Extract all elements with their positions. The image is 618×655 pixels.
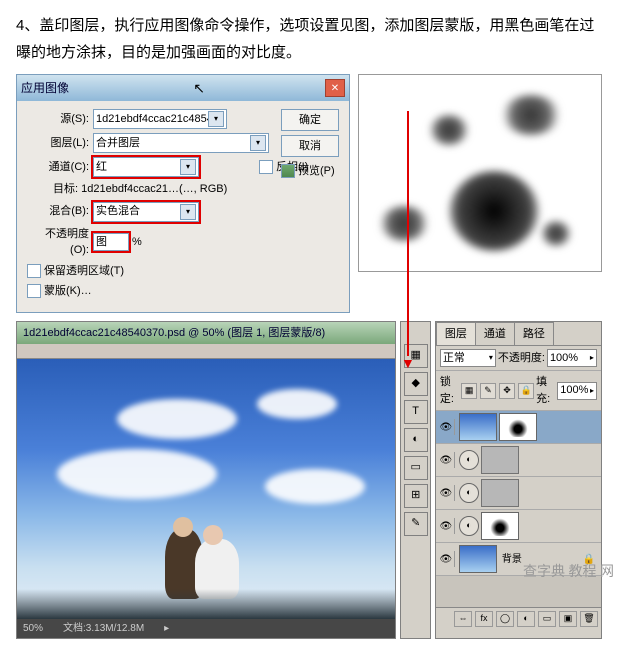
apply-image-dialog: 应用图像 ↖ ✕ 确定 取消 预览(P) 源(S): 1d21ebdf4ccac… [16,74,350,313]
eye-icon[interactable]: 👁 [438,485,455,501]
trash-icon[interactable]: 🗑 [580,611,598,627]
layer-name: 背景 [502,552,522,567]
preview-label: 预览(P) [298,163,335,180]
channel-combo[interactable]: 红▾ [93,157,199,177]
mask-thumb[interactable] [481,446,519,474]
chevron-right-icon[interactable]: ▸ [164,621,169,636]
tool-button[interactable]: ◐ [404,428,428,452]
chevron-down-icon[interactable]: ▾ [180,159,196,175]
chevron-down-icon[interactable]: ▾ [489,352,493,364]
layer-row[interactable]: 👁 ◐ [436,444,601,477]
tool-button[interactable]: ⊞ [404,484,428,508]
eye-icon[interactable]: 👁 [438,518,455,534]
tab-channels[interactable]: 通道 [475,322,515,346]
layer-thumb[interactable] [459,413,497,441]
cancel-button[interactable]: 取消 [281,135,339,157]
layers-panel: 图层 通道 路径 正常▾ 不透明度: 100%▸ 锁定: ▦ ✎ ✥ 🔒 填充:… [435,321,602,640]
mask-thumb[interactable] [499,413,537,441]
chevron-down-icon[interactable]: ▾ [250,135,266,151]
adjustment-icon[interactable]: ◐ [517,611,535,627]
zoom-value: 50% [23,621,43,636]
tab-paths[interactable]: 路径 [514,322,554,346]
layer-combo[interactable]: 合并图层▾ [93,133,269,153]
preserve-checkbox[interactable] [27,264,41,278]
tab-layers[interactable]: 图层 [436,322,476,346]
blend-mode-combo[interactable]: 正常▾ [440,349,496,367]
eye-icon[interactable]: 👁 [438,452,455,468]
target-label: 目标: [53,183,78,195]
opacity-unit: % [132,234,142,251]
channel-label: 通道(C): [27,159,89,176]
mask-icon[interactable]: ◯ [496,611,514,627]
panel-footer: ⇔ fx ◯ ◐ ▭ ▣ 🗑 [436,607,601,630]
mask-label: 蒙版(K)… [44,283,92,300]
dialog-titlebar: 应用图像 ↖ ✕ [17,75,349,101]
lock-label: 锁定: [440,374,459,407]
instruction-text: 4、盖印图层，执行应用图像命令操作，选项设置见图，添加图层蒙版，用黑色画笔在过曝… [0,0,618,74]
eye-icon[interactable]: 👁 [438,551,455,567]
link-icon[interactable]: ⇔ [454,611,472,627]
close-icon[interactable]: ✕ [325,79,345,97]
mask-checkbox[interactable] [27,284,41,298]
mask-preview [358,74,602,272]
tool-button[interactable]: ◆ [404,372,428,396]
layer-row[interactable]: 👁 ◐ [436,477,601,510]
red-arrow-head: ▼ [401,353,415,374]
fill-label: 填充: [536,374,555,407]
document-title: 1d21ebdf4ccac21c48540370.psd @ 50% (图层 1… [17,322,395,345]
tool-button[interactable]: T [404,400,428,424]
blend-label: 混合(B): [27,203,89,220]
fill-input[interactable]: 100%▸ [557,382,597,400]
fx-icon[interactable]: fx [475,611,493,627]
folder-icon[interactable]: ▭ [538,611,556,627]
layer-opacity-input[interactable]: 100%▸ [547,349,597,367]
adjustment-icon: ◐ [459,483,479,503]
layer-row[interactable]: 👁 [436,411,601,444]
lock-position-icon[interactable]: ✥ [499,383,515,399]
adjustment-icon: ◐ [459,450,479,470]
doc-size: 文档:3.13M/12.8M [63,621,144,636]
source-label: 源(S): [27,111,89,128]
target-value: 1d21ebdf4ccac21…(…, RGB) [81,183,227,195]
ok-button[interactable]: 确定 [281,109,339,131]
photo-subject [147,469,257,599]
status-bar: 50% 文档:3.13M/12.8M ▸ [17,619,395,638]
chevron-down-icon[interactable]: ▾ [208,111,224,127]
lock-transparency-icon[interactable]: ▦ [461,383,477,399]
lock-pixels-icon[interactable]: ✎ [480,383,496,399]
mask-thumb[interactable] [481,479,519,507]
layer-label: 图层(L): [27,135,89,152]
invert-checkbox[interactable] [259,160,273,174]
lock-all-icon[interactable]: 🔒 [518,383,534,399]
dialog-title: 应用图像 [21,79,193,97]
opacity-input[interactable]: 图 [93,233,129,251]
document-window: 1d21ebdf4ccac21c48540370.psd @ 50% (图层 1… [16,321,396,640]
source-combo[interactable]: 1d21ebdf4ccac21c4854…▾ [93,109,227,129]
preserve-label: 保留透明区域(T) [44,263,124,280]
preview-checkbox[interactable] [281,164,295,178]
adjustment-icon: ◐ [459,516,479,536]
watermark: 查字典 教程 网 [523,562,614,583]
opacity-label: 不透明度: [498,350,545,367]
canvas[interactable] [17,359,395,619]
tool-button[interactable]: ✎ [404,512,428,536]
mask-thumb[interactable] [481,512,519,540]
opacity-label: 不透明度(O): [27,226,89,259]
tool-button[interactable]: ▭ [404,456,428,480]
blend-combo[interactable]: 实色混合▾ [93,202,199,222]
red-arrow-line [407,111,409,356]
eye-icon[interactable]: 👁 [438,419,455,435]
layer-row[interactable]: 👁 ◐ [436,510,601,543]
new-layer-icon[interactable]: ▣ [559,611,577,627]
ruler-horizontal [17,344,395,359]
layer-thumb[interactable] [459,545,497,573]
cursor-icon: ↖ [193,78,205,99]
chevron-down-icon[interactable]: ▾ [180,204,196,220]
